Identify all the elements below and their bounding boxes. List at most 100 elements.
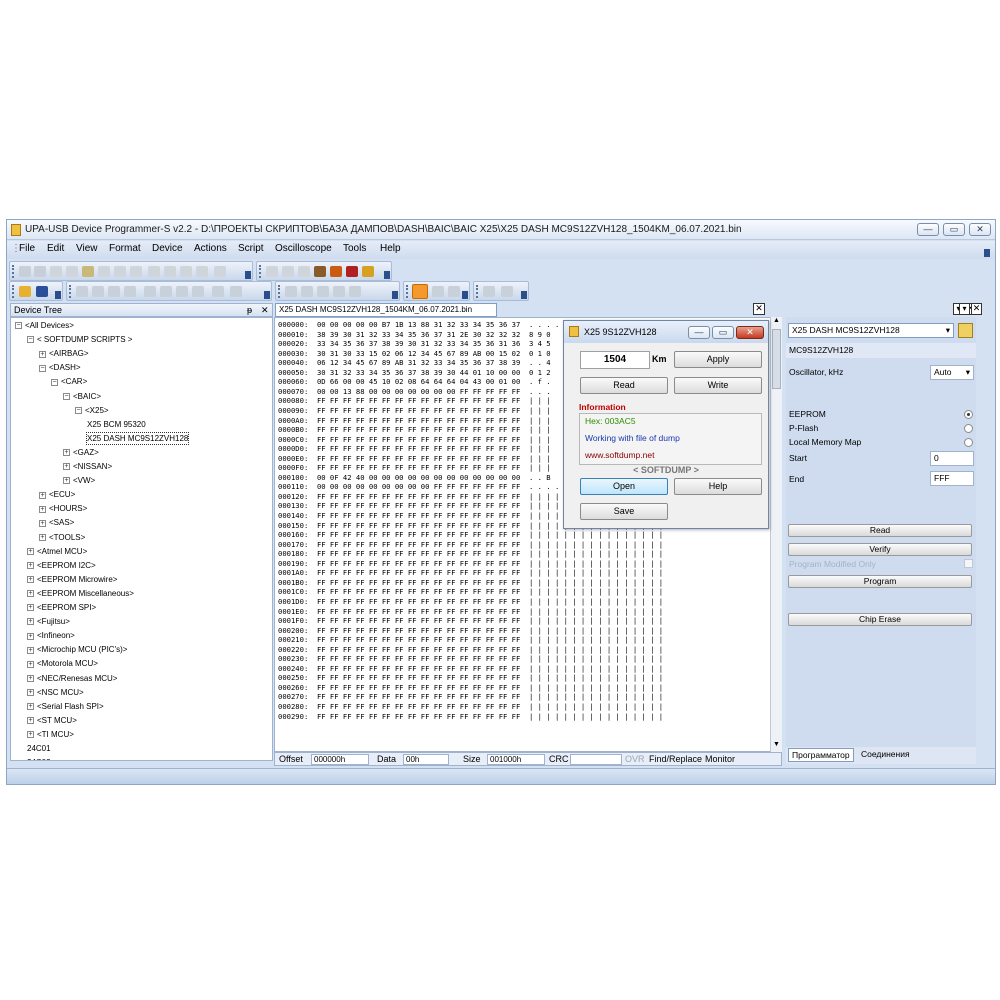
toolbar-dropdown-icon[interactable] (264, 291, 270, 299)
expand-icon[interactable]: + (27, 703, 34, 711)
tree-node[interactable]: − <BAIC> (63, 391, 101, 402)
write-button[interactable]: Write (674, 377, 762, 394)
toolbar-dropdown-icon[interactable] (462, 291, 468, 299)
expand-icon[interactable]: + (27, 674, 34, 682)
toolbar-dropdown-icon[interactable] (245, 271, 251, 279)
menu-file[interactable]: File (19, 243, 35, 254)
start-input[interactable]: 0 (930, 451, 974, 466)
hex-row[interactable]: 0001E0: FF FF FF FF FF FF FF FF FF FF FF… (278, 607, 663, 616)
menu-help[interactable]: Help (380, 243, 401, 254)
menu-format[interactable]: Format (109, 243, 141, 254)
mark-mode-icon[interactable] (448, 286, 460, 297)
tree-node[interactable]: + <Serial Flash SPI> (27, 701, 104, 712)
hex-row[interactable]: 000080: FF FF FF FF FF FF FF FF FF FF FF… (278, 396, 551, 405)
panel-close-icon[interactable]: ✕ (971, 303, 982, 315)
expand-icon[interactable]: + (27, 547, 34, 555)
tree-node[interactable]: − < SOFTDUMP SCRIPTS > (27, 334, 132, 345)
expand-icon[interactable]: + (39, 533, 46, 541)
tree-node[interactable]: + <Motorola MCU> (27, 658, 98, 669)
hex-row[interactable]: 000170: FF FF FF FF FF FF FF FF FF FF FF… (278, 540, 663, 549)
open-folder-icon[interactable] (19, 286, 31, 297)
toolbar-dropdown-icon[interactable] (392, 291, 398, 299)
verify-button[interactable]: Verify (788, 543, 972, 556)
collapse-icon[interactable]: − (63, 392, 70, 400)
device-info-icon[interactable] (958, 323, 973, 338)
toolbar-grip-icon[interactable] (12, 285, 15, 298)
hex-row[interactable]: 000270: FF FF FF FF FF FF FF FF FF FF FF… (278, 692, 663, 701)
find-replace-label[interactable]: Find/Replace (649, 754, 702, 764)
compare-icon[interactable] (180, 266, 192, 277)
tree-node[interactable]: X25 DASH MC9S12ZVH128 (85, 431, 190, 445)
menu-oscilloscope[interactable]: Oscilloscope (275, 243, 332, 254)
expand-icon[interactable]: + (39, 505, 46, 513)
hex-row[interactable]: 000250: FF FF FF FF FF FF FF FF FF FF FF… (278, 673, 663, 682)
menu-device[interactable]: Device (152, 243, 183, 254)
tree-node[interactable]: + <Atmel MCU> (27, 546, 87, 557)
collapse-icon[interactable]: − (75, 406, 82, 414)
device-select[interactable]: X25 DASH MC9S12ZVH128 ▾ (788, 323, 954, 338)
tree-node[interactable]: + <TI MCU> (27, 729, 74, 740)
hex-row[interactable]: 000190: FF FF FF FF FF FF FF FF FF FF FF… (278, 559, 663, 568)
hex-scrollbar[interactable]: ▲ ▼ (770, 317, 782, 752)
tree-node[interactable]: + <EEPROM Microwire> (27, 574, 117, 585)
help-button[interactable]: Help (674, 478, 762, 495)
oscillator-select[interactable]: Auto ▾ (930, 365, 974, 380)
expand-icon[interactable]: + (27, 717, 34, 725)
chip-erase-button[interactable]: Chip Erase (788, 613, 972, 626)
hex-row[interactable]: 0000A0: FF FF FF FF FF FF FF FF FF FF FF… (278, 416, 551, 425)
tree-node[interactable]: X25 BCM 95320 (87, 419, 146, 430)
find-icon[interactable] (114, 266, 126, 277)
tree-node[interactable]: + <EEPROM I2C> (27, 560, 96, 571)
swap-icon[interactable] (164, 266, 176, 277)
cursor-mode-icon[interactable] (412, 284, 428, 299)
tree-node[interactable]: 24C02 (27, 757, 51, 760)
prev-icon[interactable] (160, 286, 172, 297)
collapse-icon[interactable]: − (27, 336, 34, 344)
panel-menu-icon[interactable]: ▾ (959, 303, 970, 315)
hex-row[interactable]: 0000E0: FF FF FF FF FF FF FF FF FF FF FF… (278, 454, 551, 463)
toolbar-grip-icon[interactable] (476, 285, 479, 298)
hex-row[interactable]: 000160: FF FF FF FF FF FF FF FF FF FF FF… (278, 530, 663, 539)
back-icon[interactable] (19, 266, 31, 277)
toolbar-grip-icon[interactable] (12, 265, 15, 278)
hex-row[interactable]: 0001F0: FF FF FF FF FF FF FF FF FF FF FF… (278, 616, 663, 625)
tree-node[interactable]: + <VW> (63, 475, 95, 486)
script-grid-icon[interactable] (298, 266, 310, 277)
blank-check-icon[interactable] (124, 286, 136, 297)
read-device-button[interactable]: Read (788, 524, 972, 537)
forward-icon[interactable] (34, 266, 46, 277)
dialog-minimize-button[interactable]: — (688, 326, 710, 339)
expand-icon[interactable]: + (27, 646, 34, 654)
fill-icon[interactable] (148, 266, 160, 277)
hex-row[interactable]: 000210: FF FF FF FF FF FF FF FF FF FF FF… (278, 635, 663, 644)
apply-button[interactable]: Apply (674, 351, 762, 368)
hex-row[interactable]: 000010: 38 39 30 31 32 33 34 35 36 37 31… (278, 330, 551, 339)
tree-node[interactable]: + <TOOLS> (39, 532, 85, 543)
tree-node[interactable]: + <SAS> (39, 517, 74, 528)
tree-node[interactable]: + <EEPROM SPI> (27, 602, 96, 613)
hex-row[interactable]: 0000F0: FF FF FF FF FF FF FF FF FF FF FF… (278, 463, 551, 472)
hex-row[interactable]: 000280: FF FF FF FF FF FF FF FF FF FF FF… (278, 702, 663, 711)
hex-row[interactable]: 000090: FF FF FF FF FF FF FF FF FF FF FF… (278, 406, 551, 415)
expand-icon[interactable]: + (27, 604, 34, 612)
tree-node[interactable]: + <EEPROM Miscellaneous> (27, 588, 134, 599)
expand-icon[interactable]: + (27, 731, 34, 739)
km-input[interactable]: 1504 (580, 351, 650, 369)
hex-row[interactable]: 0001B0: FF FF FF FF FF FF FF FF FF FF FF… (278, 578, 663, 587)
cut-icon[interactable] (50, 266, 62, 277)
local-memory-radio[interactable] (964, 438, 973, 447)
menu-view[interactable]: View (76, 243, 98, 254)
hex-row[interactable]: 000030: 30 31 30 33 15 02 06 12 34 45 67… (278, 349, 551, 358)
bookmark-icon[interactable] (214, 266, 226, 277)
next-icon[interactable] (176, 286, 188, 297)
hex-row[interactable]: 000260: FF FF FF FF FF FF FF FF FF FF FF… (278, 683, 663, 692)
view-list-icon[interactable] (349, 286, 361, 297)
collapse-icon[interactable]: − (39, 364, 46, 372)
tab-programmer[interactable]: Программатор (788, 748, 854, 762)
tab-close-icon[interactable]: ✕ (753, 303, 765, 315)
script-sum-icon[interactable] (362, 266, 374, 277)
script-tools-icon[interactable] (330, 266, 342, 277)
expand-icon[interactable]: + (63, 477, 70, 485)
hex-row[interactable]: 000100: 00 0F 42 40 00 00 00 00 00 00 00… (278, 473, 551, 482)
minimize-button[interactable]: — (917, 223, 939, 236)
